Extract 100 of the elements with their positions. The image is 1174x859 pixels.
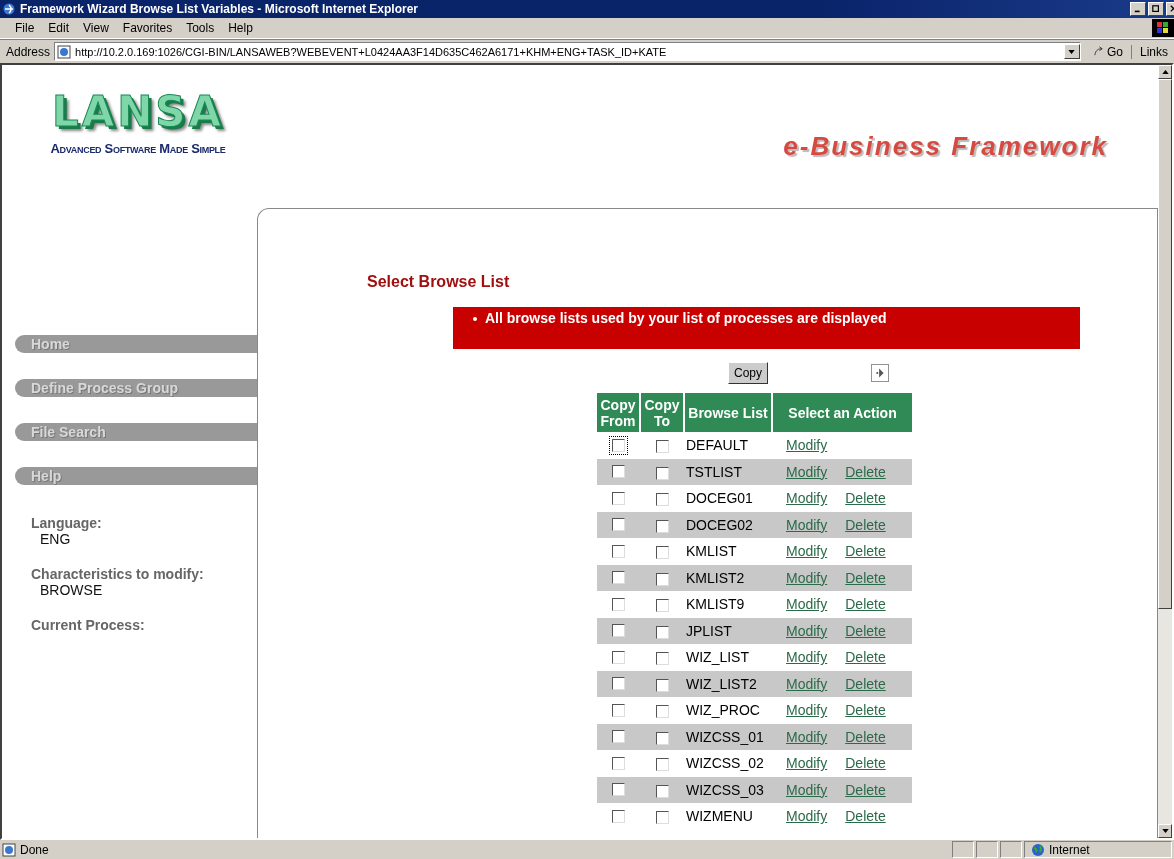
info-value: ENG bbox=[39, 531, 72, 547]
action-link[interactable]: Delete bbox=[845, 808, 886, 825]
action-link[interactable]: Modify bbox=[786, 569, 828, 586]
menu-item[interactable]: File bbox=[8, 21, 42, 35]
action-link[interactable]: Modify bbox=[786, 808, 828, 825]
table-cell: KMLIST2 bbox=[686, 569, 745, 586]
action-link[interactable]: Delete bbox=[845, 516, 886, 533]
status-panel bbox=[952, 841, 974, 858]
logo-tagline: Advanced Software Made Simple bbox=[50, 141, 226, 156]
message-text: All browse lists used by your list of processes are displayed bbox=[485, 310, 887, 326]
action-link[interactable]: Modify bbox=[786, 490, 828, 507]
column-header: Copy From bbox=[597, 393, 640, 432]
checkbox[interactable] bbox=[655, 493, 669, 507]
action-link[interactable]: Delete bbox=[845, 463, 886, 480]
action-link[interactable]: Delete bbox=[845, 543, 886, 560]
window-title: Framework Wizard Browse List Variables - Microsoft Internet Explorer bbox=[20, 2, 419, 16]
table-cell: DOCEG01 bbox=[686, 490, 753, 507]
checkbox[interactable] bbox=[655, 652, 669, 666]
table-cell: WIZ_LIST2 bbox=[686, 675, 757, 692]
maximize-button[interactable] bbox=[1148, 2, 1164, 16]
action-link[interactable]: Delete bbox=[845, 702, 886, 719]
action-link[interactable]: Modify bbox=[786, 437, 828, 454]
menu-item[interactable]: Edit bbox=[41, 21, 77, 35]
action-link[interactable]: Delete bbox=[845, 596, 886, 613]
action-link[interactable]: Modify bbox=[786, 649, 828, 666]
go-button[interactable]: Go bbox=[1085, 44, 1132, 59]
action-link[interactable]: Delete bbox=[845, 675, 886, 692]
checkbox[interactable] bbox=[612, 597, 625, 611]
column-header: Select an Action bbox=[772, 393, 912, 432]
arrow-right-icon[interactable] bbox=[871, 364, 889, 382]
action-link[interactable]: Modify bbox=[786, 596, 828, 613]
copy-button[interactable]: Copy bbox=[728, 362, 768, 384]
checkbox[interactable] bbox=[612, 624, 625, 638]
table-cell: TSTLIST bbox=[686, 463, 742, 480]
checkbox[interactable] bbox=[655, 440, 669, 454]
info-label: Characteristics to modify: bbox=[31, 566, 205, 582]
checkbox[interactable] bbox=[612, 465, 625, 479]
checkbox[interactable] bbox=[655, 546, 669, 560]
action-link[interactable]: Modify bbox=[786, 755, 828, 772]
action-link[interactable]: Delete bbox=[845, 649, 886, 666]
address-field[interactable]: http://10.2.0.169:1026/CGI-BIN/LANSAWEB?WEBEVENT+L0424AA3F14D635C462A6171+KHM+ENG+TASK_ID+KATE bbox=[54, 42, 1081, 61]
checkbox[interactable] bbox=[655, 784, 669, 798]
action-link[interactable]: Delete bbox=[845, 781, 886, 798]
checkbox[interactable] bbox=[612, 571, 625, 585]
checkbox[interactable] bbox=[655, 625, 669, 639]
vertical-scrollbar[interactable] bbox=[1158, 65, 1172, 838]
action-link[interactable]: Delete bbox=[845, 728, 886, 745]
maximize-icon bbox=[1152, 5, 1160, 13]
scroll-up-icon[interactable] bbox=[1161, 70, 1169, 74]
table-cell: WIZCSS_02 bbox=[686, 755, 764, 772]
table-cell: DOCEG02 bbox=[686, 516, 753, 533]
checkbox[interactable] bbox=[612, 677, 625, 691]
minimize-button[interactable] bbox=[1130, 2, 1146, 16]
checkbox[interactable] bbox=[612, 783, 625, 797]
links-button[interactable]: Links bbox=[1136, 44, 1174, 59]
menu-item[interactable]: View bbox=[76, 21, 116, 35]
info-value: BROWSE bbox=[39, 582, 104, 598]
action-link[interactable]: Modify bbox=[786, 675, 828, 692]
checkbox[interactable] bbox=[612, 650, 625, 664]
action-link[interactable]: Modify bbox=[786, 543, 828, 560]
column-header: Copy To bbox=[640, 393, 684, 432]
bullet-icon bbox=[473, 317, 477, 321]
checkbox[interactable] bbox=[612, 809, 625, 823]
browser-icon bbox=[2, 2, 16, 16]
checkbox[interactable] bbox=[612, 544, 625, 558]
action-link[interactable]: Delete bbox=[845, 622, 886, 639]
action-link[interactable]: Modify bbox=[786, 728, 828, 745]
table-cell: WIZ_LIST bbox=[686, 649, 749, 666]
action-link[interactable]: Modify bbox=[786, 622, 828, 639]
checkbox[interactable] bbox=[655, 466, 669, 480]
menu-item[interactable]: Help bbox=[221, 21, 260, 35]
table-cell: KMLIST bbox=[686, 543, 737, 560]
info-label: Current Process: bbox=[31, 617, 146, 633]
action-link[interactable]: Delete bbox=[845, 755, 886, 772]
action-link[interactable]: Modify bbox=[786, 463, 828, 480]
checkbox[interactable] bbox=[655, 758, 669, 772]
action-link[interactable]: Delete bbox=[845, 569, 886, 586]
action-link[interactable]: Modify bbox=[786, 702, 828, 719]
checkbox[interactable] bbox=[655, 705, 669, 719]
menu-item[interactable]: Tools bbox=[179, 21, 222, 35]
checkbox[interactable] bbox=[612, 756, 625, 770]
checkbox[interactable] bbox=[655, 572, 669, 586]
checkbox[interactable] bbox=[612, 518, 625, 532]
checkbox[interactable] bbox=[655, 731, 669, 745]
checkbox[interactable] bbox=[612, 730, 625, 744]
dropdown-button[interactable] bbox=[1064, 44, 1080, 59]
checkbox[interactable] bbox=[612, 438, 625, 452]
table-cell: DEFAULT bbox=[686, 437, 748, 454]
action-link[interactable]: Delete bbox=[845, 490, 886, 507]
checkbox[interactable] bbox=[655, 519, 669, 533]
checkbox[interactable] bbox=[655, 599, 669, 613]
status-panel bbox=[976, 841, 998, 858]
checkbox[interactable] bbox=[655, 678, 669, 692]
checkbox[interactable] bbox=[612, 491, 625, 505]
action-link[interactable]: Modify bbox=[786, 781, 828, 798]
scroll-down-icon[interactable] bbox=[1161, 829, 1169, 833]
checkbox[interactable] bbox=[612, 703, 625, 717]
action-link[interactable]: Modify bbox=[786, 516, 828, 533]
checkbox[interactable] bbox=[655, 811, 669, 825]
menu-item[interactable]: Favorites bbox=[115, 21, 180, 35]
